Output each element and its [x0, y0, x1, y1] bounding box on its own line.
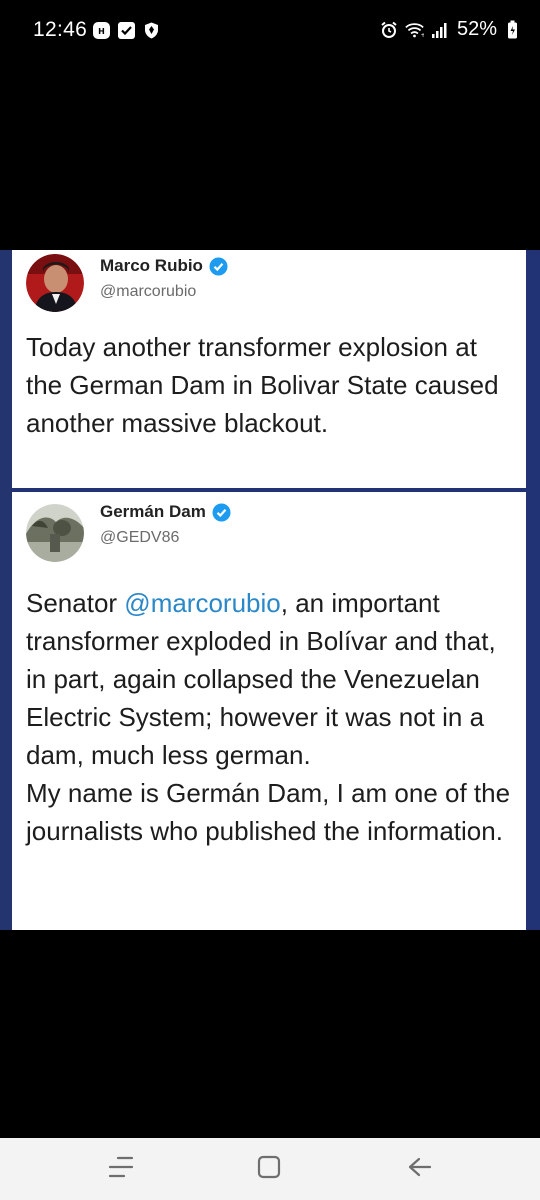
home-button[interactable]: [252, 1154, 286, 1184]
back-button[interactable]: [402, 1154, 436, 1184]
alarm-icon: [380, 20, 399, 39]
navigation-bar: [0, 1138, 540, 1200]
status-left-icons: H: [92, 21, 161, 40]
frame-right: [526, 250, 540, 930]
verified-badge-icon: [212, 503, 231, 522]
battery-icon: [503, 20, 522, 39]
tweet-card-rubio: Marco Rubio @marcorubio Today another tr…: [12, 250, 526, 488]
tweet-text: Today another transformer explosion at t…: [26, 332, 499, 438]
check-icon: [117, 21, 136, 40]
recents-button[interactable]: [104, 1154, 138, 1184]
verified-badge-icon: [209, 257, 228, 276]
home-icon: [256, 1154, 282, 1185]
tweet-text: Senator @marcorubio, an important transf…: [26, 584, 516, 850]
svg-text:+: +: [421, 31, 424, 38]
tweet-handle: @marcorubio: [100, 283, 197, 300]
notification-icon: H: [92, 21, 111, 40]
frame-left: [0, 250, 12, 930]
tweet-name-row: Marco Rubio: [100, 256, 228, 276]
back-icon: [405, 1154, 433, 1185]
status-right-icons: + 52%: [380, 18, 522, 41]
tweet-screenshot: Marco Rubio @marcorubio Today another tr…: [0, 250, 540, 930]
tweet-author-name: Marco Rubio: [100, 256, 203, 275]
tweet-author-name: Germán Dam: [100, 502, 206, 521]
recents-icon: [106, 1154, 136, 1185]
avatar: [26, 254, 84, 312]
tweet-card-german-dam: Germán Dam @GEDV86 Senator @marcorubio, …: [12, 492, 526, 930]
signal-icon: [430, 20, 449, 39]
tweet-text-second: My name is Germán Dam, I am one of the j…: [26, 778, 511, 846]
status-time: 12:46: [33, 18, 88, 41]
status-bar: 12:46 H + 52%: [0, 0, 540, 62]
wifi-icon: +: [405, 20, 424, 39]
svg-text:H: H: [98, 27, 105, 36]
shield-icon: [142, 21, 161, 40]
mention-link[interactable]: @marcorubio: [124, 588, 280, 618]
tweet-name-row: Germán Dam: [100, 502, 231, 522]
tweet-text-prefix: Senator: [26, 588, 125, 618]
avatar: [26, 504, 84, 562]
battery-percent: 52%: [456, 18, 497, 40]
tweet-handle: @GEDV86: [100, 529, 180, 546]
